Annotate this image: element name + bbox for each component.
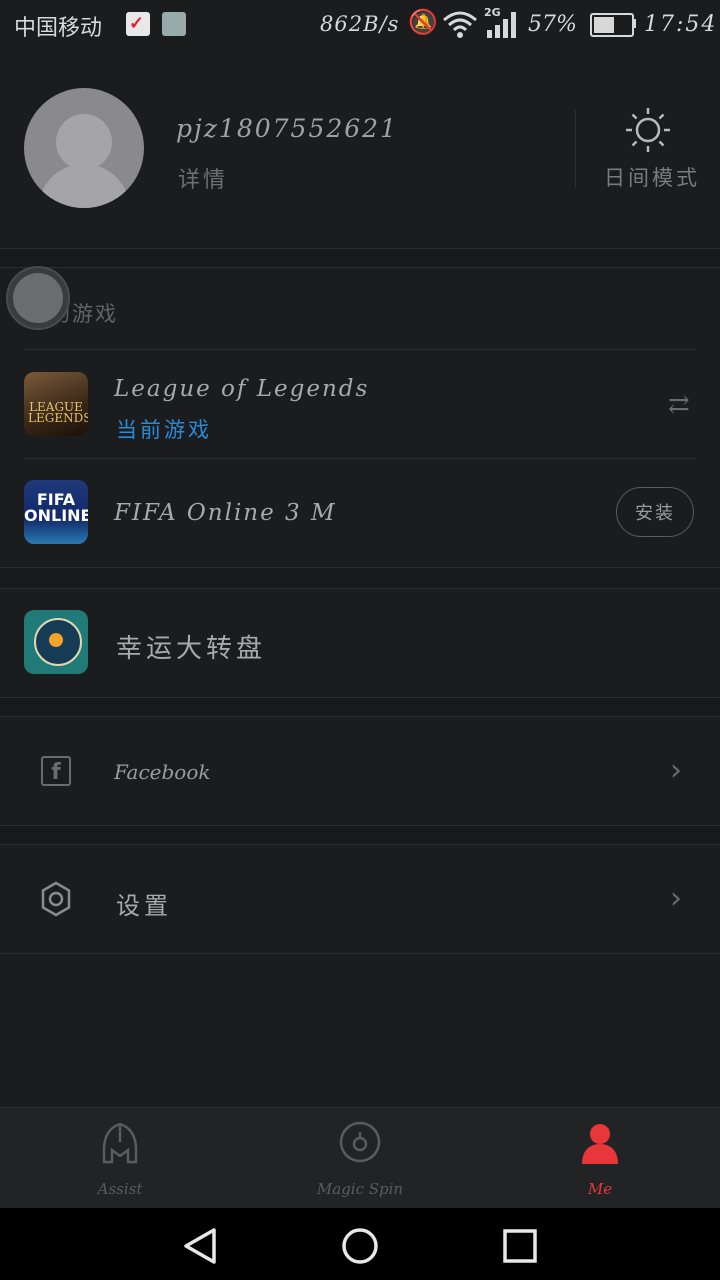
avatar[interactable]	[24, 88, 144, 208]
tab-me[interactable]: Me	[480, 1108, 720, 1208]
spin-icon	[339, 1121, 381, 1163]
mute-icon: 🔕	[408, 8, 438, 36]
details-link[interactable]: 详情	[178, 162, 228, 194]
network-speed: 862B/s	[320, 12, 400, 36]
helmet-icon	[102, 1122, 138, 1164]
settings-label[interactable]: 设置	[116, 886, 172, 921]
install-button[interactable]: 安装	[616, 487, 694, 537]
tab-magic-spin[interactable]: Magic Spin	[240, 1108, 480, 1208]
gear-icon	[41, 881, 71, 917]
recents-icon[interactable]	[502, 1228, 538, 1264]
lucky-wheel-label[interactable]: 幸运大转盘	[116, 628, 266, 665]
divider	[575, 110, 576, 188]
notification-image-icon	[162, 12, 186, 36]
fifa-online-icon[interactable]: FIFA ONLINE3	[24, 480, 88, 544]
back-icon[interactable]	[180, 1226, 220, 1266]
facebook-icon: f	[41, 756, 71, 786]
facebook-row[interactable]	[0, 717, 720, 825]
spin-wheel-icon[interactable]	[24, 610, 88, 674]
chevron-right-icon: ›	[670, 753, 682, 788]
system-nav-bar	[0, 1208, 720, 1280]
tab-assist[interactable]: Assist	[0, 1108, 240, 1208]
bottom-tab-bar: Assist Magic Spin Me	[0, 1107, 720, 1208]
sun-icon[interactable]	[624, 106, 672, 154]
battery-icon	[590, 13, 634, 37]
game-title[interactable]: League of Legends	[114, 376, 369, 402]
settings-row[interactable]	[0, 845, 720, 953]
day-mode-label[interactable]: 日间模式	[604, 162, 700, 192]
swap-icon[interactable]: ⇄	[668, 390, 690, 420]
person-icon	[582, 1124, 618, 1164]
chevron-right-icon: ›	[670, 881, 682, 916]
notification-app-icon: ✓	[126, 12, 150, 36]
signal-icon: 2G	[484, 6, 520, 40]
username[interactable]: pjz1807552621	[176, 114, 398, 143]
game-title[interactable]: FIFA Online 3 M	[114, 500, 337, 526]
league-of-legends-icon[interactable]: LEAGUE LEGENDS	[24, 372, 88, 436]
home-icon[interactable]	[340, 1226, 380, 1266]
current-game-label: 当前游戏	[116, 418, 212, 442]
wifi-icon	[443, 11, 477, 38]
battery-percent: 57%	[528, 12, 577, 37]
clock: 17:54	[644, 12, 718, 37]
carrier-label: 中国移动	[14, 16, 103, 41]
status-bar: 中国移动 ✓ 862B/s 🔕 2G 57% 17:54	[0, 0, 720, 50]
floating-assist-ball[interactable]	[6, 266, 70, 330]
facebook-label[interactable]: Facebook	[114, 760, 210, 784]
